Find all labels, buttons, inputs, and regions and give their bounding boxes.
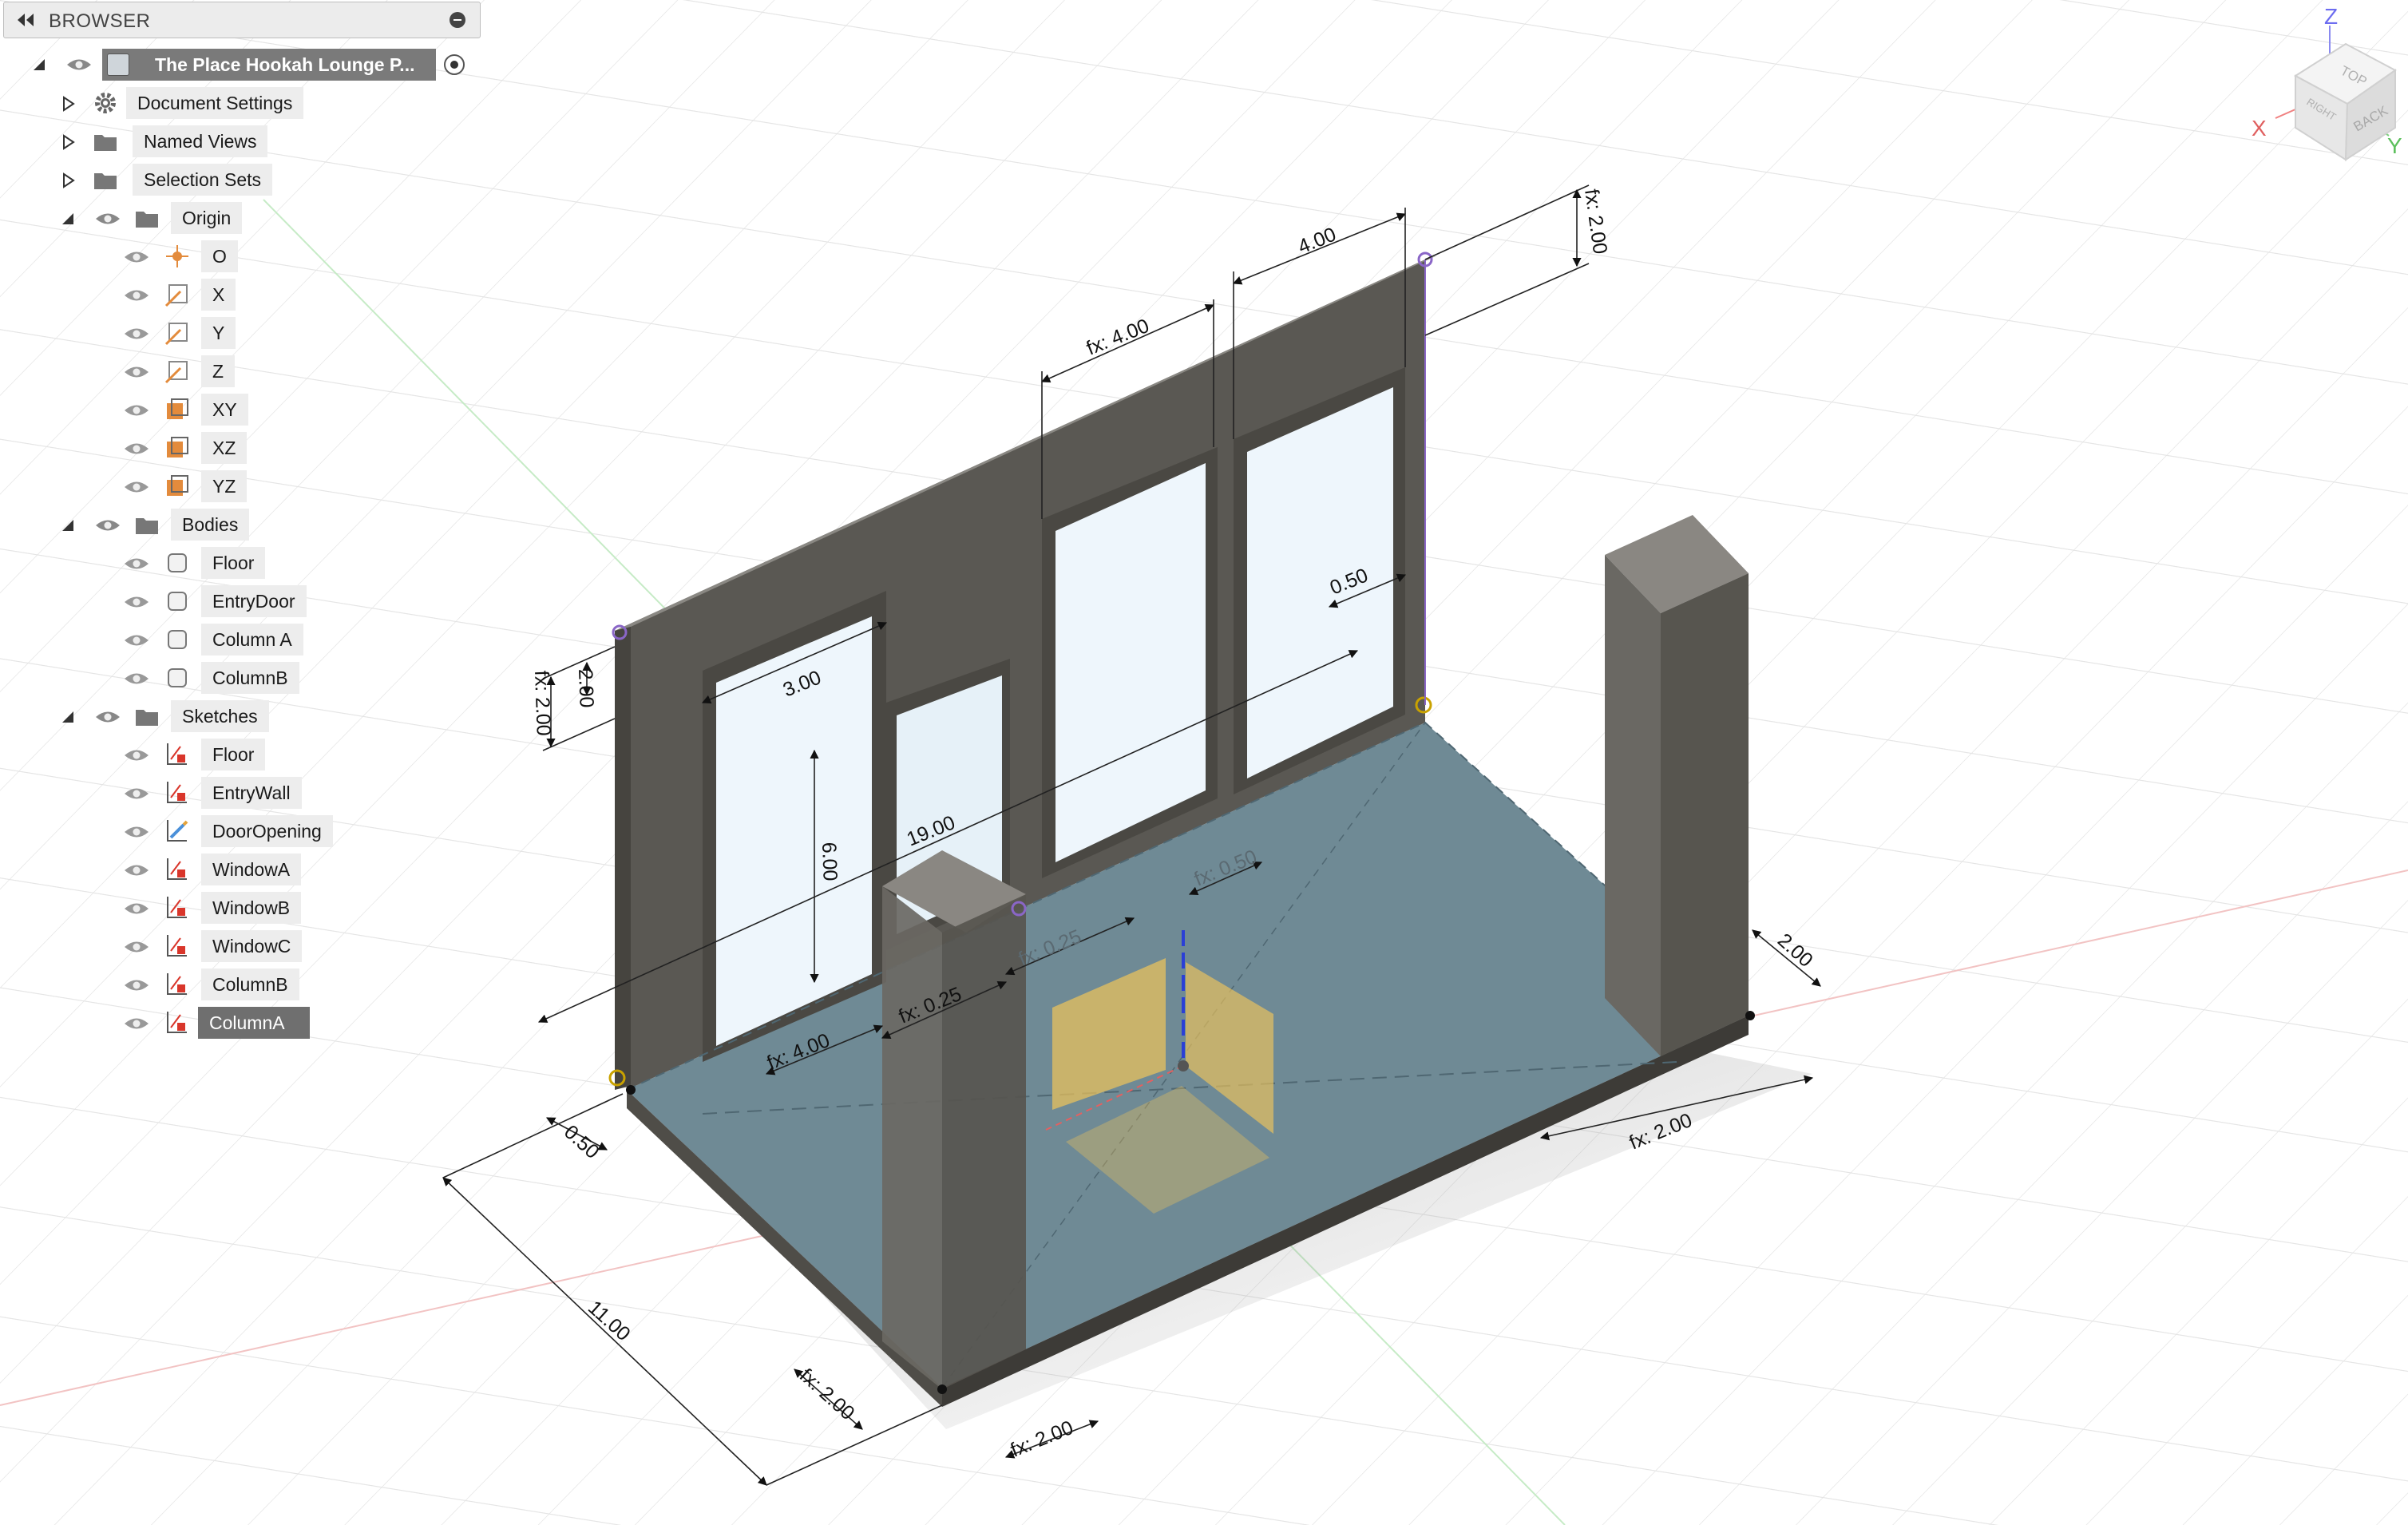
column-b[interactable]	[1605, 555, 1661, 1056]
tree-item-body-column-a[interactable]: Column A	[201, 624, 303, 656]
folder-icon	[136, 212, 158, 228]
browser-panel: BROWSER The Place Hookah Lounge P... Doc…	[0, 0, 482, 1054]
sketch-icon	[167, 935, 187, 957]
eye-icon[interactable]	[123, 823, 150, 841]
tree-item-origin-yz[interactable]: YZ	[201, 470, 248, 502]
eye-icon[interactable]	[94, 210, 121, 228]
eye-icon[interactable]	[123, 747, 150, 764]
eye-icon[interactable]	[123, 248, 150, 266]
sketch-icon	[167, 743, 187, 765]
tree-item-sketch-windowc[interactable]: WindowC	[201, 930, 303, 962]
eye-icon[interactable]	[123, 325, 150, 343]
tree-item-sketch-floor[interactable]: Floor	[201, 739, 266, 770]
tree-item-sketch-dooropening[interactable]: DoorOpening	[201, 815, 333, 847]
collapse-triangle-icon[interactable]	[59, 210, 77, 228]
dim-600: 6.00	[818, 842, 842, 881]
origin-point-icon	[166, 245, 188, 267]
eye-icon[interactable]	[123, 402, 150, 419]
folder-icon	[136, 518, 158, 534]
view-cube[interactable]: Z X Y TOP RIGHT BACK	[2244, 0, 2408, 184]
eye-icon[interactable]	[123, 440, 150, 458]
origin-point[interactable]	[1178, 1060, 1189, 1071]
tree-item-sketch-columna[interactable]: ColumnA	[198, 1007, 310, 1039]
body-icon	[168, 592, 187, 611]
eye-icon[interactable]	[123, 976, 150, 994]
tree-item-sketch-windowb[interactable]: WindowB	[201, 892, 302, 924]
sketch-icon	[167, 1012, 187, 1033]
tree-item-sketches[interactable]: Sketches	[171, 700, 269, 732]
folder-icon	[94, 135, 117, 151]
gear-icon	[95, 93, 116, 113]
root-component[interactable]: The Place Hookah Lounge P...	[102, 49, 436, 81]
tree-item-origin-o[interactable]: O	[201, 240, 238, 272]
tree-item-body-entrydoor[interactable]: EntryDoor	[201, 585, 307, 617]
activate-radio-button[interactable]	[444, 54, 465, 75]
eye-icon[interactable]	[123, 938, 150, 956]
dim-fx200-left: fx: 2.00	[530, 670, 555, 736]
tree-item-origin-xz[interactable]: XZ	[201, 432, 248, 464]
eye-icon[interactable]	[123, 363, 150, 381]
tree-item-document-settings[interactable]: Document Settings	[126, 87, 304, 119]
eye-icon[interactable]	[123, 862, 150, 879]
eye-icon[interactable]	[123, 593, 150, 611]
tree-item-origin-z[interactable]: Z	[201, 355, 236, 387]
eye-icon[interactable]	[123, 287, 150, 304]
eye-icon[interactable]	[123, 670, 150, 687]
collapse-triangle-icon[interactable]	[59, 708, 77, 726]
axis-x-label: X	[2252, 116, 2267, 141]
collapse-triangle-icon[interactable]	[59, 517, 77, 534]
eye-icon[interactable]	[123, 1015, 150, 1032]
collapse-panel-icon[interactable]	[15, 13, 36, 27]
component-icon	[107, 53, 129, 76]
tree-item-body-columnb[interactable]: ColumnB	[201, 662, 299, 694]
eye-icon[interactable]	[123, 478, 150, 496]
axis-icon	[164, 323, 188, 346]
folder-icon	[94, 173, 117, 189]
collapse-triangle-icon[interactable]	[30, 56, 48, 73]
tree-item-origin-y[interactable]: Y	[201, 317, 236, 349]
browser-title: BROWSER	[49, 10, 151, 32]
body-icon	[168, 553, 187, 572]
axis-icon	[164, 284, 188, 307]
axis-icon	[164, 361, 188, 384]
eye-icon[interactable]	[65, 56, 93, 73]
tree-item-sketch-columnb[interactable]: ColumnB	[201, 968, 299, 1000]
entry-wall-side	[615, 627, 631, 1090]
body-icon	[168, 668, 187, 687]
sketch-edit-icon	[167, 820, 188, 842]
plane-icon	[167, 437, 188, 458]
tree-item-origin[interactable]: Origin	[171, 202, 243, 234]
eye-icon[interactable]	[123, 555, 150, 572]
sketch-icon	[167, 858, 187, 880]
eye-icon[interactable]	[123, 632, 150, 649]
tree-item-origin-x[interactable]: X	[201, 279, 236, 311]
eye-icon[interactable]	[94, 517, 121, 534]
tree-item-origin-xy[interactable]: XY	[201, 394, 248, 426]
plane-icon	[167, 475, 188, 496]
expand-triangle-icon[interactable]	[59, 133, 77, 151]
column-a[interactable]	[882, 886, 942, 1389]
dim-200-left: 2.00	[574, 668, 598, 708]
sketch-icon	[167, 897, 187, 918]
tree-item-bodies[interactable]: Bodies	[171, 509, 250, 541]
tree-item-named-views[interactable]: Named Views	[133, 125, 268, 157]
axis-y-label: Y	[2387, 133, 2402, 158]
minimize-panel-button[interactable]	[450, 12, 465, 28]
eye-icon[interactable]	[94, 708, 121, 726]
body-icon	[168, 630, 187, 649]
sketch-icon	[167, 973, 187, 995]
tree-item-selection-sets[interactable]: Selection Sets	[133, 164, 273, 196]
sketch-icon	[167, 782, 187, 803]
expand-triangle-icon[interactable]	[59, 172, 77, 189]
tree-item-body-floor[interactable]: Floor	[201, 547, 266, 579]
plane-icon	[167, 398, 188, 419]
axis-z-label: Z	[2324, 4, 2338, 29]
eye-icon[interactable]	[123, 785, 150, 802]
tree-item-sketch-windowa[interactable]: WindowA	[201, 854, 302, 885]
tree-item-sketch-entrywall[interactable]: EntryWall	[201, 777, 302, 809]
expand-triangle-icon[interactable]	[59, 95, 77, 113]
folder-icon	[136, 710, 158, 726]
eye-icon[interactable]	[123, 900, 150, 917]
browser-header: BROWSER	[3, 2, 481, 38]
